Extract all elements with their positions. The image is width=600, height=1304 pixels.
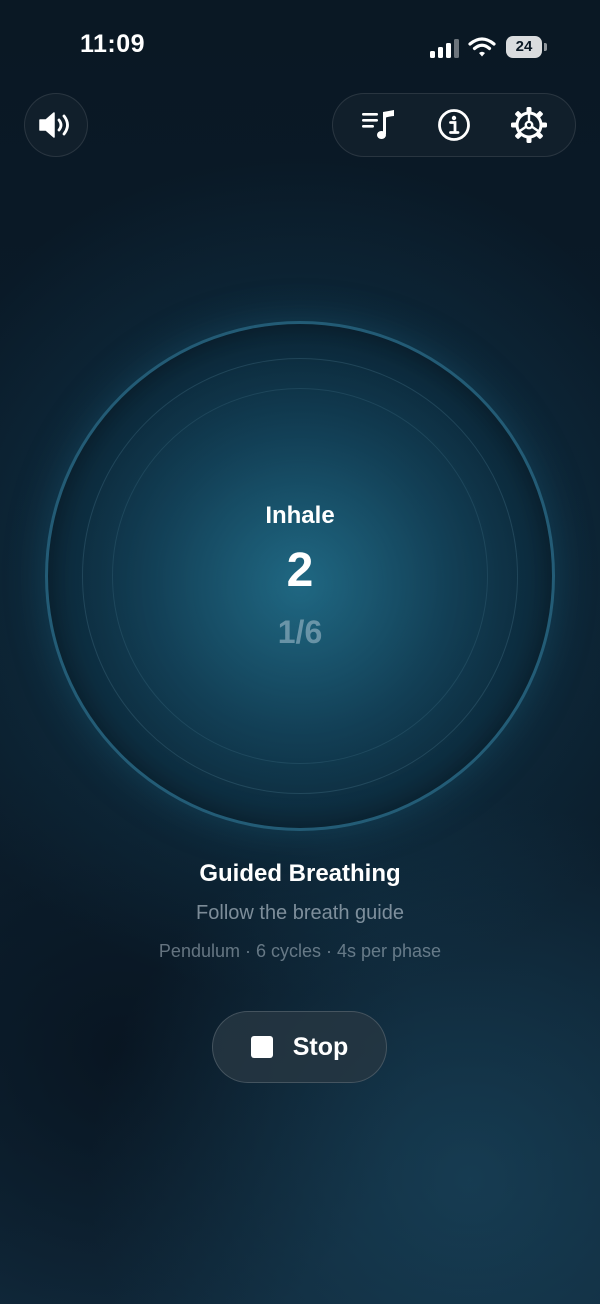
battery-level: 24 xyxy=(506,36,542,58)
session-details: Pendulum · 6 cycles · 4s per phase xyxy=(158,941,442,961)
stop-button[interactable]: Stop xyxy=(212,1011,387,1083)
stop-button-label: Stop xyxy=(292,1032,349,1061)
status-bar: 11:09 24 xyxy=(0,0,600,96)
stop-icon xyxy=(250,1036,273,1058)
breath-phase-count: 2 xyxy=(286,544,314,597)
session-subtitle: Follow the breath guide xyxy=(196,902,404,924)
speaker-icon xyxy=(39,112,69,138)
settings-button[interactable] xyxy=(503,99,555,151)
wifi-icon xyxy=(468,37,496,57)
info-icon xyxy=(438,109,470,141)
info-button[interactable] xyxy=(428,99,480,151)
signal-icon xyxy=(430,39,459,58)
sound-toggle-button[interactable] xyxy=(24,93,88,157)
settings-icon xyxy=(511,107,548,143)
breath-phase-label: Inhale xyxy=(265,502,335,529)
battery-tip xyxy=(544,43,547,51)
status-time: 11:09 xyxy=(80,30,146,58)
playlist-icon xyxy=(361,110,394,139)
playlist-button[interactable] xyxy=(353,99,405,151)
session-title: Guided Breathing xyxy=(199,860,401,887)
cycle-progress: 1/6 xyxy=(277,614,323,650)
top-toolbar xyxy=(332,93,576,157)
battery-icon: 24 xyxy=(506,36,548,58)
